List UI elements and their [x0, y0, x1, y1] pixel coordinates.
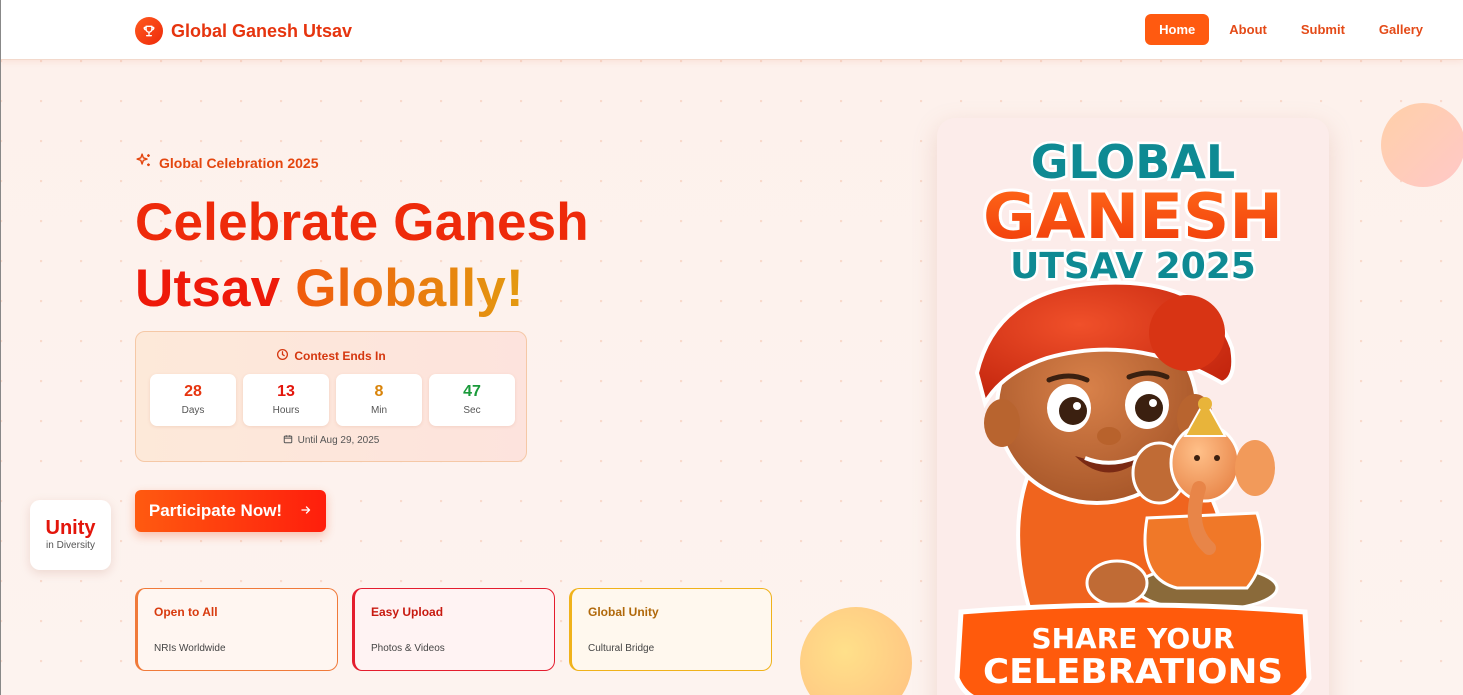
- nav-about[interactable]: About: [1215, 14, 1281, 45]
- countdown-value: 47: [463, 383, 481, 400]
- main-nav: Home About Submit Gallery: [1139, 14, 1437, 45]
- unity-subtitle: in Diversity: [46, 540, 95, 551]
- nav-home[interactable]: Home: [1145, 14, 1210, 45]
- unity-card: Unity in Diversity: [30, 500, 111, 570]
- countdown-unit: Sec: [463, 405, 481, 416]
- trophy-icon: [135, 17, 163, 45]
- countdown-hours: 13 Hours: [243, 374, 329, 426]
- poster-line3: UTSAV 2025: [1010, 246, 1256, 287]
- unity-title: Unity: [45, 517, 96, 539]
- clock-icon: [276, 348, 289, 364]
- countdown-card: Contest Ends In 28 Days 13 Hours 8 Min 4…: [135, 331, 527, 462]
- countdown-unit: Days: [181, 405, 205, 416]
- countdown-minutes: 8 Min: [336, 374, 422, 426]
- hero-badge: Global Celebration 2025: [135, 152, 319, 174]
- site-header: Global Ganesh Utsav Home About Submit Ga…: [0, 0, 1463, 60]
- countdown-seconds: 47 Sec: [429, 374, 515, 426]
- hero-title-line1: Celebrate Ganesh: [135, 193, 589, 252]
- sparkles-icon: [135, 152, 152, 174]
- banner-line1: SHARE YOUR: [1031, 622, 1234, 655]
- countdown-value: 8: [374, 383, 384, 400]
- feature-title: Open to All: [154, 605, 218, 619]
- feature-subtitle: Photos & Videos: [371, 643, 445, 654]
- countdown-unit: Min: [370, 405, 388, 416]
- countdown-until: Until Aug 29, 2025: [136, 434, 526, 447]
- countdown-boxes: 28 Days 13 Hours 8 Min 47 Sec: [150, 374, 515, 426]
- calendar-icon: [283, 434, 293, 447]
- feature-open-to-all: Open to All NRIs Worldwide: [135, 588, 338, 671]
- countdown-until-text: Until Aug 29, 2025: [297, 435, 380, 446]
- nav-gallery[interactable]: Gallery: [1365, 14, 1437, 45]
- poster-line2: GANESH: [983, 180, 1283, 253]
- countdown-unit: Hours: [272, 405, 300, 416]
- feature-subtitle: Cultural Bridge: [588, 643, 655, 654]
- feature-subtitle: NRIs Worldwide: [154, 643, 226, 654]
- brand[interactable]: Global Ganesh Utsav: [135, 17, 352, 45]
- brand-name: Global Ganesh Utsav: [171, 20, 353, 41]
- poster-illustration: GLOBAL GANESH UTSAV 2025 SHARE YOUR CELE…: [954, 133, 1312, 695]
- badge-text: Global Celebration 2025: [159, 155, 319, 171]
- nav-submit[interactable]: Submit: [1287, 14, 1359, 45]
- countdown-value: 13: [277, 383, 295, 400]
- arrow-right-icon: [300, 501, 312, 521]
- hero-title-line2-a: Utsav: [135, 259, 296, 318]
- countdown-days: 28 Days: [150, 374, 236, 426]
- countdown-value: 28: [184, 383, 202, 400]
- hero-title: Celebrate Ganesh Utsav Globally!: [135, 190, 589, 322]
- window-edge: [0, 0, 1, 695]
- participate-label: Participate Now!: [148, 501, 283, 520]
- participate-button[interactable]: Participate Now!: [135, 490, 326, 532]
- feature-title: Global Unity: [588, 605, 659, 619]
- event-poster: GLOBAL GANESH UTSAV 2025 SHARE YOUR CELE…: [937, 118, 1329, 695]
- countdown-title: Contest Ends In: [294, 349, 386, 363]
- feature-title: Easy Upload: [371, 605, 444, 619]
- countdown-header: Contest Ends In: [136, 348, 526, 364]
- banner-line2: CELEBRATIONS: [983, 652, 1283, 692]
- decorative-circle: [1381, 103, 1463, 187]
- feature-easy-upload: Easy Upload Photos & Videos: [352, 588, 555, 671]
- feature-global-unity: Global Unity Cultural Bridge: [569, 588, 772, 671]
- hero-title-line2-b: Globally!: [295, 259, 524, 318]
